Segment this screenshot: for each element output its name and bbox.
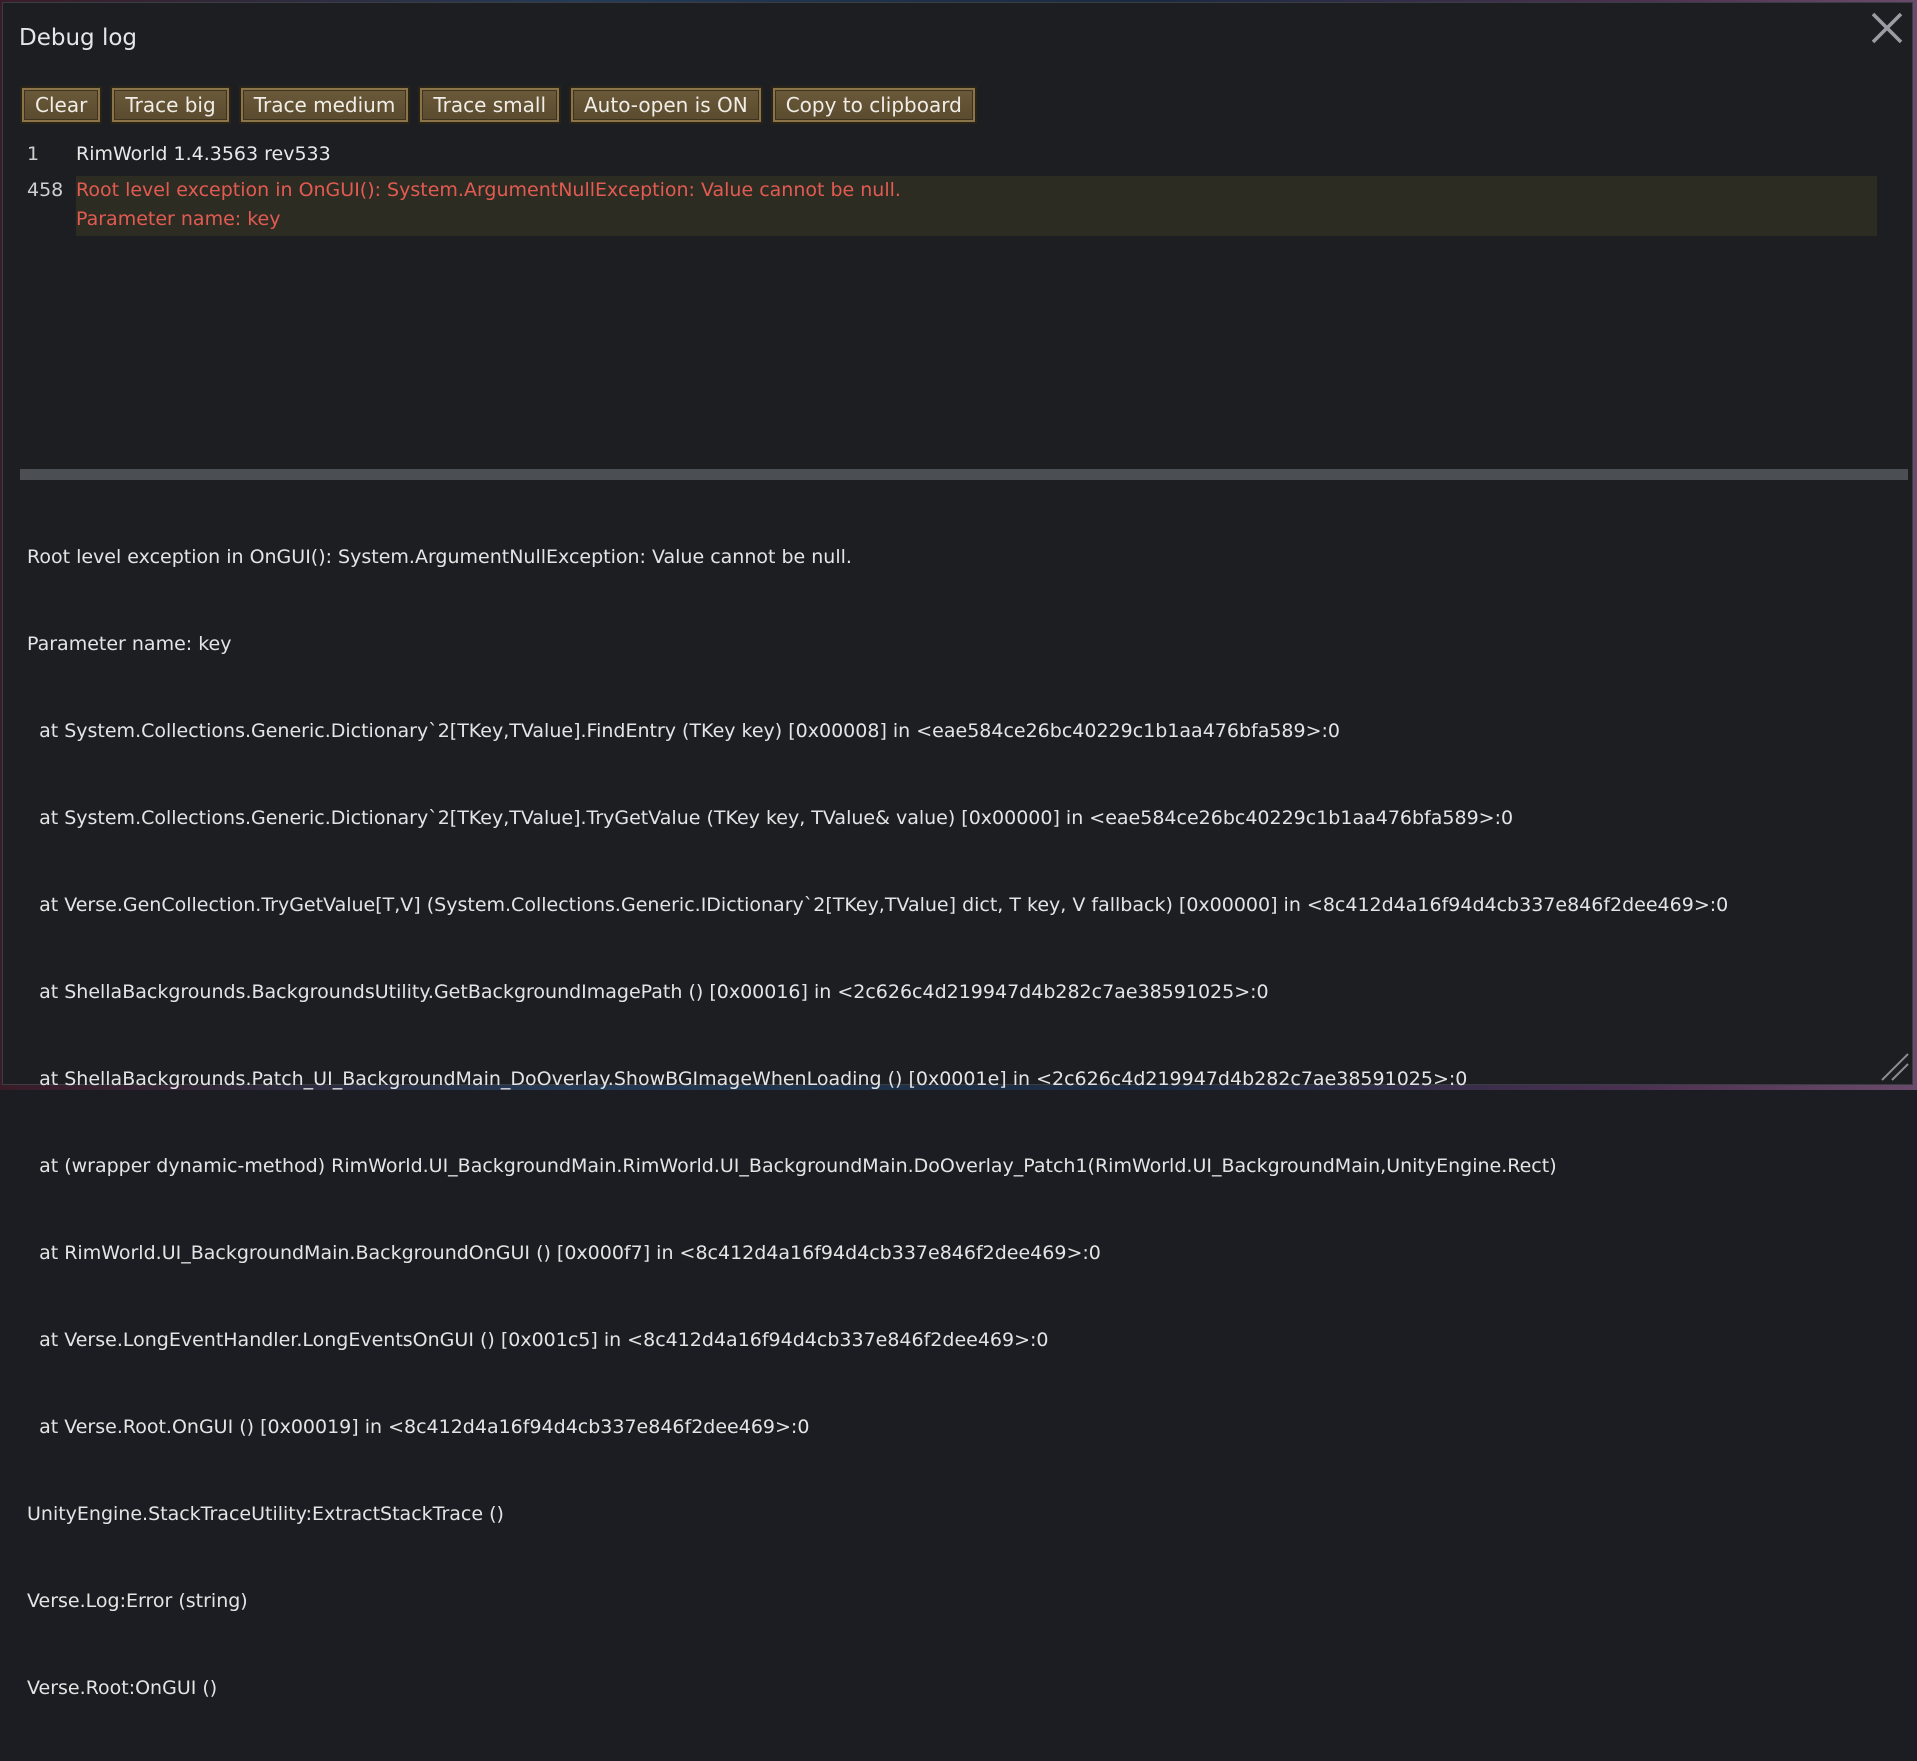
log-entry-row[interactable]: 1 RimWorld 1.4.3563 rev533 (19, 140, 1877, 169)
detail-line: Verse.Log:Error (string) (27, 1590, 248, 1612)
trace-big-button[interactable]: Trace big (110, 86, 231, 124)
resize-grip[interactable] (1876, 1048, 1910, 1082)
log-entry-row-error[interactable]: 458 Root level exception in OnGUI(): Sys… (19, 176, 1877, 236)
resize-grip-icon (1881, 1053, 1909, 1081)
detail-line: UnityEngine.StackTraceUtility:ExtractSta… (27, 1503, 504, 1525)
log-entry-text: RimWorld 1.4.3563 rev533 (76, 143, 331, 165)
detail-line: at RimWorld.UI_BackgroundMain.Background… (27, 1242, 1101, 1264)
window-title: Debug log (19, 25, 138, 51)
splitter-bar[interactable] (20, 469, 1908, 480)
copy-to-clipboard-button[interactable]: Copy to clipboard (770, 86, 977, 124)
toolbar: Clear Trace big Trace medium Trace small… (20, 86, 977, 124)
detail-line: at Verse.GenCollection.TryGetValue[T,V] … (27, 894, 1729, 916)
detail-line: at Verse.LongEventHandler.LongEventsOnGU… (27, 1329, 1049, 1351)
detail-line: Root level exception in OnGUI(): System.… (27, 546, 852, 568)
log-entry-list: 1 RimWorld 1.4.3563 rev533 458 Root leve… (19, 140, 1877, 236)
detail-line: at ShellaBackgrounds.BackgroundsUtility.… (27, 981, 1269, 1003)
log-entry-count: 1 (27, 143, 40, 165)
detail-line: at Verse.Root.OnGUI () [0x00019] in <8c4… (27, 1416, 810, 1438)
detail-line: at System.Collections.Generic.Dictionary… (27, 720, 1341, 742)
clear-button[interactable]: Clear (20, 86, 103, 124)
log-entry-count: 458 (27, 179, 64, 201)
trace-small-button[interactable]: Trace small (418, 86, 561, 124)
detail-line: at System.Collections.Generic.Dictionary… (27, 807, 1514, 829)
close-icon (1871, 12, 1903, 44)
detail-line: Verse.Root:OnGUI () (27, 1677, 218, 1699)
trace-medium-button[interactable]: Trace medium (238, 86, 411, 124)
stack-trace-detail: Root level exception in OnGUI(): System.… (27, 485, 1907, 1761)
debug-log-window: Debug log Clear Trace big Trace medium T… (2, 2, 1913, 1699)
auto-open-toggle-button[interactable]: Auto-open is ON (569, 86, 763, 124)
detail-line: Parameter name: key (27, 633, 232, 655)
log-entry-error-text: Root level exception in OnGUI(): System.… (76, 176, 1877, 236)
close-button[interactable] (1868, 9, 1906, 47)
detail-line: at (wrapper dynamic-method) RimWorld.UI_… (27, 1155, 1557, 1177)
